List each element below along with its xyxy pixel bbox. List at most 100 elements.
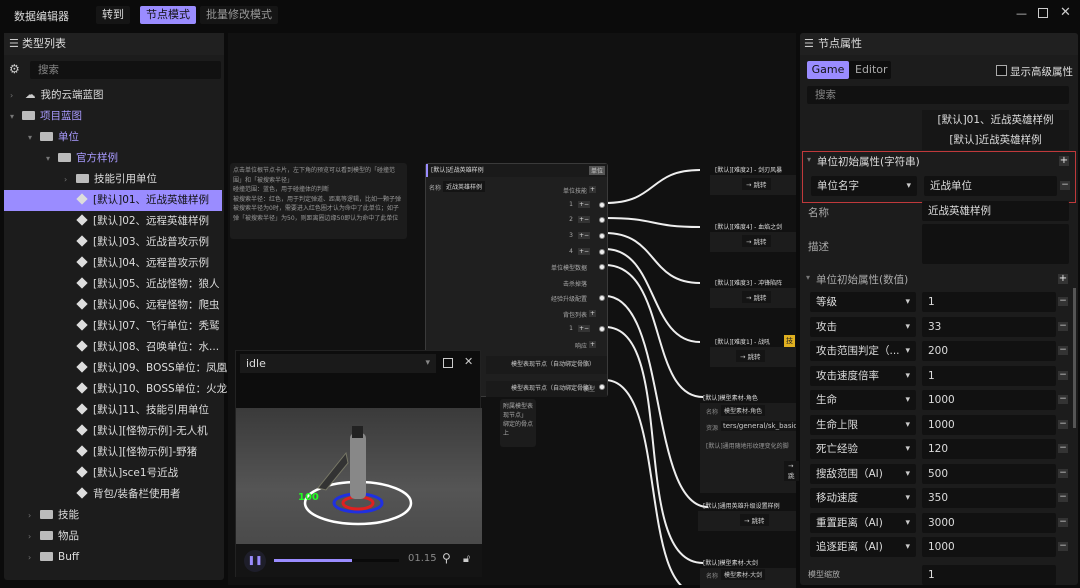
3d-viewport[interactable]: 100 — [236, 408, 482, 544]
tree-item[interactable]: ▾ 项目蓝图 — [4, 106, 222, 127]
maximize-preview-button[interactable] — [443, 358, 453, 368]
tree-item[interactable]: [默认]07、飞行单位：秃鹫 — [4, 316, 222, 337]
goto-button[interactable]: 转到 — [96, 6, 130, 24]
remove-prop-button[interactable]: − — [1058, 370, 1068, 380]
add-button[interactable]: + — [588, 186, 596, 193]
add-button[interactable]: + — [588, 310, 596, 317]
tree-item[interactable]: › Buff — [4, 547, 222, 568]
prop-key-dropdown[interactable]: 追逐距离（AI) — [810, 537, 916, 557]
remove-string-prop-button[interactable]: − — [1060, 181, 1070, 190]
add-remove-buttons[interactable]: +− — [577, 232, 590, 239]
tree-item[interactable]: › 物品 — [4, 526, 222, 547]
string-value-input[interactable]: 近战单位 — [924, 176, 1057, 196]
chevron-down-icon[interactable]: ▾ — [46, 148, 56, 169]
add-button[interactable]: + — [588, 341, 596, 348]
prop-key-dropdown[interactable]: 死亡经验 — [810, 439, 916, 459]
add-remove-buttons[interactable]: +− — [577, 325, 590, 332]
output-port[interactable] — [599, 233, 605, 239]
remove-prop-button[interactable]: − — [1058, 444, 1068, 453]
add-remove-buttons[interactable]: +− — [577, 248, 590, 255]
target-node-title[interactable]: [默认][难度1] - 战吼 — [715, 337, 770, 346]
remove-prop-button[interactable]: − — [1058, 321, 1068, 331]
tree-item[interactable]: [默认]sce1号近战 — [4, 463, 222, 484]
tab-editor[interactable]: Editor — [855, 61, 888, 79]
prop-key-dropdown[interactable]: 移动速度 — [810, 488, 916, 508]
output-port[interactable] — [599, 217, 605, 223]
collapse-arrow-icon[interactable]: ▾ — [806, 273, 810, 282]
close-button[interactable]: ✕ — [1060, 5, 1071, 20]
batch-mode-tab[interactable]: 批量修改模式 — [200, 6, 278, 24]
tree-item[interactable]: [默认]06、远程怪物：爬虫 — [4, 295, 222, 316]
remove-prop-button[interactable]: − — [1058, 517, 1068, 527]
prop-value-input[interactable]: 1000 — [922, 390, 1056, 410]
node-mode-tab[interactable]: 节点模式 — [140, 6, 196, 24]
target-node-title[interactable]: [默认][难度3] - 冲锋陷阵 — [715, 278, 782, 287]
tree-item[interactable]: › 技能 — [4, 505, 222, 526]
prop-value-input[interactable]: 120 — [922, 439, 1056, 459]
skeleton-toggle-icon[interactable]: ⚲ — [442, 551, 451, 565]
model-scale-input[interactable]: 1 — [922, 565, 1056, 585]
jump-button[interactable]: → 跳转 — [736, 350, 765, 362]
props-search-input[interactable]: 搜索 — [807, 86, 1069, 104]
prop-value-input[interactable]: 500 — [922, 463, 1056, 484]
jump-button[interactable]: → 跳转 — [742, 178, 771, 190]
add-remove-buttons[interactable]: +− — [577, 201, 590, 208]
name-value[interactable]: 模型素材-角色 — [721, 405, 766, 416]
tree-item[interactable]: [默认]02、远程英雄样例 — [4, 211, 222, 232]
scrollbar[interactable] — [1073, 288, 1076, 428]
prop-value-input[interactable]: 33 — [922, 316, 1056, 337]
animation-select[interactable]: idle ▾ — [240, 354, 436, 373]
tree-item[interactable]: [默认]03、近战普攻示例 — [4, 232, 222, 253]
prop-key-dropdown[interactable]: 生命 — [810, 390, 916, 410]
jump-button[interactable]: → 跳 — [784, 461, 799, 481]
pause-button[interactable]: ❚❚ — [244, 550, 266, 572]
target-node-title[interactable]: [默认]模型素材-角色 — [703, 393, 758, 402]
target-node-title[interactable]: [默认]通用英雄升级设置样例 — [703, 501, 780, 510]
chevron-right-icon[interactable]: › — [64, 169, 74, 190]
collapse-arrow-icon[interactable]: ▾ — [807, 155, 811, 164]
output-port[interactable] — [599, 326, 605, 332]
string-key-dropdown[interactable]: 单位名字 — [811, 176, 917, 196]
prop-key-dropdown[interactable]: 重置距离（AI) — [810, 512, 916, 533]
tree-item[interactable]: [默认][怪物示例]-野猪 — [4, 442, 222, 463]
tree-item[interactable]: [默认][怪物示例]-无人机 — [4, 421, 222, 442]
prop-value-input[interactable]: 1 — [922, 365, 1056, 386]
close-preview-button[interactable]: ✕ — [464, 355, 473, 368]
remove-prop-button[interactable]: − — [1058, 542, 1068, 551]
add-string-prop-button[interactable]: + — [1059, 156, 1069, 166]
tree-item[interactable]: [默认]09、BOSS单位：凤凰 — [4, 358, 227, 379]
tab-game[interactable]: Game — [807, 61, 849, 79]
prop-value-input[interactable]: 1000 — [922, 537, 1056, 557]
target-node-title[interactable]: [默认][难度4] - 血焰之剑 — [715, 222, 782, 231]
prop-key-dropdown[interactable]: 生命上限 — [810, 414, 916, 435]
prop-value-input[interactable]: 3000 — [922, 512, 1056, 533]
tree-item[interactable]: 背包/装备栏使用者 — [4, 484, 222, 505]
chevron-right-icon[interactable]: › — [28, 526, 38, 547]
comment-box[interactable]: 点击单位根节点卡片，左下角的预览可以看到模型的「碰撞范围」和「被搜索半径」 碰撞… — [230, 163, 407, 239]
tree-item[interactable]: › 技能引用单位 — [4, 169, 222, 190]
prop-key-dropdown[interactable]: 搜敌范围（AI) — [810, 463, 916, 484]
remove-prop-button[interactable]: − — [1058, 297, 1068, 306]
tree-item[interactable]: [默认]05、近战怪物：狼人 — [4, 274, 222, 295]
tree-item[interactable]: [默认]08、召唤单位：水... — [4, 337, 222, 358]
minimize-button[interactable]: — — [1016, 7, 1027, 20]
chevron-down-icon[interactable]: ▾ — [28, 127, 38, 148]
output-port[interactable] — [599, 264, 605, 270]
target-node-title[interactable]: [默认]模型素材-大剑 — [703, 558, 758, 567]
prop-value-input[interactable]: 200 — [922, 341, 1056, 361]
tree-item[interactable]: [默认]10、BOSS单位：火龙 — [4, 379, 227, 400]
output-port[interactable] — [599, 249, 605, 255]
prop-key-dropdown[interactable]: 攻击 — [810, 316, 916, 337]
prop-key-dropdown[interactable]: 攻击范围判定（... — [810, 341, 916, 361]
name-input[interactable]: 近战英雄样例 — [922, 201, 1069, 221]
maximize-button[interactable] — [1038, 8, 1048, 18]
prop-value-input[interactable]: 350 — [922, 488, 1056, 508]
target-node-title[interactable]: [默认][难度2] - 剑刃风暴 — [715, 165, 782, 174]
tree-item[interactable]: [默认]01、近战英雄样例 — [4, 190, 222, 211]
timeline-slider[interactable] — [274, 559, 399, 562]
name-value[interactable]: 近战英雄样例 — [443, 181, 486, 192]
tree-item[interactable]: ▾ 单位 — [4, 127, 222, 148]
model-port[interactable] — [599, 384, 605, 390]
tree-item[interactable]: [默认]04、远程普攻示例 — [4, 253, 222, 274]
type-search-input[interactable]: 搜索 — [30, 61, 221, 79]
